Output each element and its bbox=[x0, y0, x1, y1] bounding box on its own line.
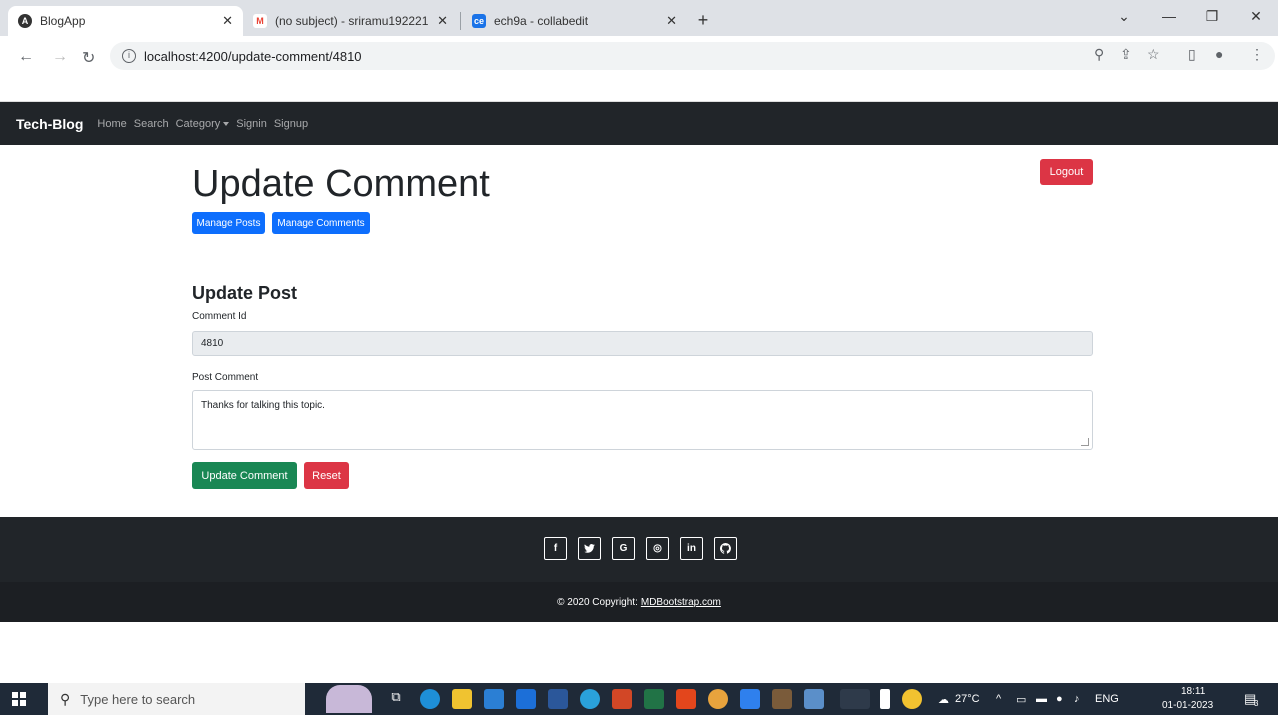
mdbootstrap-link[interactable]: MDBootstrap.com bbox=[641, 597, 721, 608]
show-hidden-icons[interactable] bbox=[880, 689, 890, 709]
form-title: Update Post bbox=[192, 283, 298, 303]
page-title: Update Comment bbox=[192, 163, 490, 205]
tab-divider bbox=[460, 12, 461, 30]
language-indicator[interactable]: ENG bbox=[1095, 693, 1119, 705]
vscode-icon[interactable] bbox=[740, 689, 760, 709]
weather-icon[interactable]: ☁ bbox=[938, 693, 949, 706]
windows-taskbar: ⚲ Type here to search ⧉ ☁ 27°C ^ ▭ ▬ ● ♪… bbox=[0, 683, 1278, 715]
gmail-icon: M bbox=[253, 14, 267, 28]
angular-icon: A bbox=[18, 14, 32, 28]
google-icon[interactable]: G bbox=[612, 537, 635, 560]
post-comment-text: Thanks for talking this topic. bbox=[201, 400, 325, 411]
bookmark-star-icon[interactable]: ☆ bbox=[1147, 46, 1160, 63]
notes-icon[interactable] bbox=[804, 689, 824, 709]
nav-category-label: Category bbox=[175, 117, 221, 130]
battery-icon[interactable]: ▬ bbox=[1036, 693, 1047, 705]
nav-home[interactable]: Home bbox=[97, 118, 126, 130]
app-icon[interactable] bbox=[772, 689, 792, 709]
windows-start-icon[interactable] bbox=[12, 692, 26, 706]
tab-blogapp[interactable]: A BlogApp ✕ bbox=[8, 6, 243, 36]
taskbar-search-placeholder: Type here to search bbox=[80, 691, 196, 707]
github-icon[interactable] bbox=[714, 537, 737, 560]
powerpoint-icon[interactable] bbox=[612, 689, 632, 709]
brand-logo[interactable]: Tech-Blog bbox=[16, 116, 83, 132]
taskbar-search-box[interactable]: ⚲ Type here to search bbox=[48, 683, 305, 715]
browser-toolbar: ← → ↻ i localhost:4200/update-comment/48… bbox=[0, 36, 1278, 78]
restore-icon[interactable]: ❐ bbox=[1200, 8, 1224, 25]
clock-time[interactable]: 18:11 bbox=[1181, 686, 1205, 697]
bookmarks-bar bbox=[0, 78, 1278, 102]
weather-text[interactable]: 27°C bbox=[955, 693, 980, 705]
zoom-icon[interactable]: ⚲ bbox=[1094, 46, 1104, 63]
profile-avatar[interactable]: ● bbox=[1215, 46, 1223, 62]
edge-icon[interactable] bbox=[420, 689, 440, 709]
instagram-icon[interactable]: ◎ bbox=[646, 537, 669, 560]
close-icon[interactable]: ✕ bbox=[437, 13, 448, 29]
reset-button[interactable]: Reset bbox=[304, 462, 349, 489]
caret-down-icon bbox=[223, 121, 230, 126]
camera-icon[interactable]: ● bbox=[1056, 693, 1063, 705]
excel-icon[interactable] bbox=[644, 689, 664, 709]
comment-id-label: Comment Id bbox=[192, 311, 247, 322]
menu-kebab-icon[interactable]: ⋮ bbox=[1250, 46, 1264, 63]
tray-up-icon[interactable]: ^ bbox=[996, 693, 1001, 705]
office-icon[interactable] bbox=[676, 689, 696, 709]
minimize-icon[interactable]: — bbox=[1157, 8, 1181, 24]
help-icon[interactable] bbox=[902, 689, 922, 709]
file-explorer-icon[interactable] bbox=[452, 689, 472, 709]
back-icon[interactable]: ← bbox=[18, 48, 34, 66]
nav-category[interactable]: Category bbox=[176, 118, 230, 130]
search-highlight-icon[interactable] bbox=[326, 685, 372, 713]
tray-overflow-icon[interactable] bbox=[840, 689, 870, 709]
twitter-bird-icon bbox=[584, 544, 595, 553]
copyright-bar: © 2020 Copyright: MDBootstrap.com bbox=[0, 582, 1278, 622]
nav-signup[interactable]: Signup bbox=[274, 118, 308, 130]
footer bbox=[0, 517, 1278, 582]
close-icon[interactable]: ✕ bbox=[666, 13, 677, 29]
task-view-icon[interactable]: ⧉ bbox=[386, 689, 406, 709]
network-icon[interactable]: ▭ bbox=[1016, 693, 1026, 706]
resize-handle-icon[interactable] bbox=[1081, 438, 1089, 446]
search-icon: ⚲ bbox=[60, 690, 71, 707]
url-text: localhost:4200/update-comment/4810 bbox=[144, 48, 362, 64]
dropbox-icon[interactable] bbox=[516, 689, 536, 709]
post-comment-label: Post Comment bbox=[192, 372, 259, 383]
comment-id-field[interactable]: 4810 bbox=[192, 331, 1093, 356]
browser-tab-bar: A BlogApp ✕ M (no subject) - sriramu1922… bbox=[0, 0, 1278, 36]
clock-date[interactable]: 01-01-2023 bbox=[1162, 700, 1213, 711]
update-comment-button[interactable]: Update Comment bbox=[192, 462, 297, 489]
side-panel-icon[interactable]: ▯ bbox=[1188, 46, 1196, 63]
mail-icon[interactable] bbox=[484, 689, 504, 709]
app-navbar: Tech-Blog Home Search Category Signin Si… bbox=[0, 102, 1278, 145]
post-comment-textarea[interactable]: Thanks for talking this topic. bbox=[192, 390, 1093, 450]
copyright-text: © 2020 Copyright: bbox=[557, 596, 638, 608]
manage-comments-button[interactable]: Manage Comments bbox=[272, 212, 370, 234]
tab-collabedit[interactable]: ce ech9a - collabedit ✕ bbox=[462, 6, 687, 36]
twitter-icon[interactable] bbox=[578, 537, 601, 560]
new-tab-button[interactable]: + bbox=[692, 10, 714, 32]
nav-signin[interactable]: Signin bbox=[236, 118, 267, 130]
notification-count: 3 bbox=[1254, 699, 1259, 708]
linkedin-icon[interactable]: in bbox=[680, 537, 703, 560]
telegram-icon[interactable] bbox=[580, 689, 600, 709]
reload-icon[interactable]: ↻ bbox=[82, 48, 95, 68]
chrome-icon[interactable] bbox=[708, 689, 728, 709]
facebook-icon[interactable]: f bbox=[544, 537, 567, 560]
manage-posts-button[interactable]: Manage Posts bbox=[192, 212, 265, 234]
close-icon[interactable]: ✕ bbox=[222, 13, 233, 29]
nav-search[interactable]: Search bbox=[134, 118, 169, 130]
forward-icon[interactable]: → bbox=[52, 48, 68, 66]
logout-button[interactable]: Logout bbox=[1040, 159, 1093, 185]
info-icon[interactable]: i bbox=[122, 49, 136, 63]
collabedit-icon: ce bbox=[472, 14, 486, 28]
word-icon[interactable] bbox=[548, 689, 568, 709]
window-close-icon[interactable]: ✕ bbox=[1244, 8, 1268, 25]
github-octocat-icon bbox=[720, 543, 731, 554]
tab-gmail[interactable]: M (no subject) - sriramu192221@gm ✕ bbox=[243, 6, 458, 36]
tab-search-icon[interactable]: ⌄ bbox=[1112, 8, 1136, 25]
speaker-icon[interactable]: ♪ bbox=[1074, 693, 1080, 705]
share-icon[interactable]: ⇪ bbox=[1120, 46, 1132, 63]
